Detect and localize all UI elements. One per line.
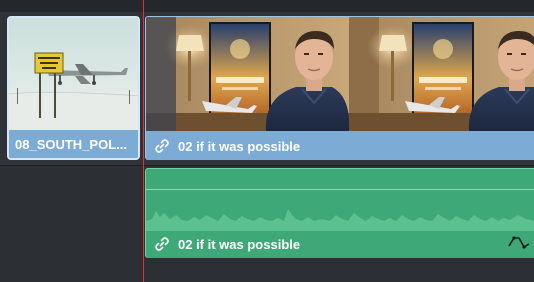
clip-label: 08_SOUTH_POL... (9, 130, 138, 158)
link-icon (155, 237, 169, 251)
clip-name: 02 if it was possible (178, 236, 301, 252)
clip-name: 08_SOUTH_POL... (15, 136, 127, 152)
clip-name: 02 if it was possible (178, 138, 301, 154)
video-clip-interview[interactable]: 02 if it was possible (145, 16, 534, 160)
clip-label: 02 if it was possible (154, 236, 300, 252)
clip-thumbnail-south-pole (9, 18, 138, 132)
video-clip-south-pole[interactable]: 08_SOUTH_POL... (7, 16, 140, 160)
playhead[interactable] (143, 0, 144, 282)
clip-thumbnail-interview (146, 17, 534, 131)
clip-label: 02 if it was possible (146, 132, 534, 160)
audio-curve-icon[interactable] (508, 234, 530, 250)
timeline-ruler[interactable] (0, 0, 534, 12)
timeline[interactable]: 08_SOUTH_POL... 02 if it was possible 02… (0, 0, 534, 282)
audio-clip-interview[interactable]: 02 if it was possible (145, 168, 534, 258)
audio-waveform (146, 209, 534, 231)
link-icon (155, 139, 169, 153)
volume-line[interactable] (146, 189, 534, 190)
